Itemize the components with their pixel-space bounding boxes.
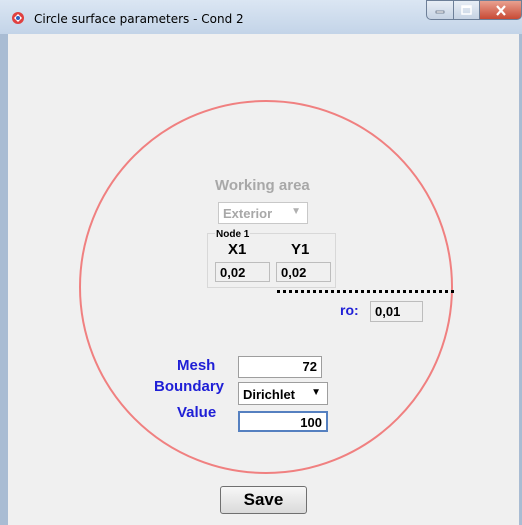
app-icon bbox=[12, 12, 24, 24]
window-title: Circle surface parameters - Cond 2 bbox=[34, 12, 244, 26]
y1-label: Y1 bbox=[291, 241, 310, 258]
close-icon bbox=[495, 4, 506, 16]
node-group-label: Node 1 bbox=[215, 229, 251, 240]
maximize-button[interactable] bbox=[453, 0, 480, 20]
minimize-button[interactable] bbox=[426, 0, 454, 20]
chevron-down-icon: ▼ bbox=[291, 206, 301, 217]
value-label: Value bbox=[177, 404, 217, 421]
boundary-value: Dirichlet bbox=[243, 387, 296, 402]
mesh-label: Mesh bbox=[177, 357, 216, 374]
chevron-down-icon: ▼ bbox=[311, 387, 321, 398]
maximize-icon bbox=[461, 5, 472, 15]
y1-field[interactable]: 0,02 bbox=[276, 262, 331, 282]
radius-line bbox=[277, 290, 454, 293]
save-button[interactable]: Save bbox=[220, 486, 307, 514]
boundary-select[interactable]: Dirichlet ▼ bbox=[238, 382, 328, 405]
x1-label: X1 bbox=[228, 241, 247, 258]
working-area-value: Exterior bbox=[223, 206, 273, 221]
boundary-label: Boundary bbox=[154, 378, 225, 395]
title-bar[interactable]: Circle surface parameters - Cond 2 bbox=[0, 0, 522, 34]
value-input[interactable]: 100 bbox=[238, 411, 328, 432]
minimize-icon bbox=[435, 10, 445, 14]
mesh-input[interactable]: 72 bbox=[238, 356, 322, 378]
working-area-select[interactable]: Exterior ▼ bbox=[218, 202, 308, 224]
x1-field[interactable]: 0,02 bbox=[215, 262, 270, 282]
radius-label: ro: bbox=[340, 302, 359, 318]
close-button[interactable] bbox=[479, 0, 522, 20]
radius-field[interactable]: 0,01 bbox=[370, 301, 423, 322]
working-area-label: Working area bbox=[215, 177, 310, 194]
